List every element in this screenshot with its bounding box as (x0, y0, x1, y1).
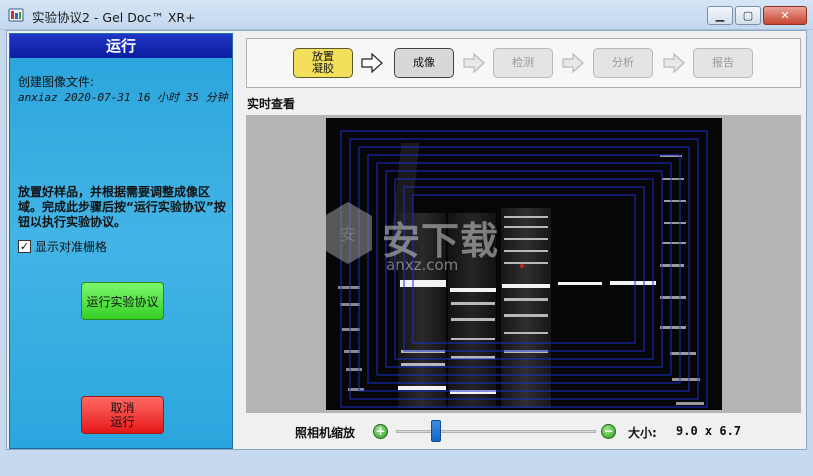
maximize-button[interactable]: ▢ (735, 6, 761, 25)
panel-title: 运行 (10, 34, 232, 58)
size-value: 9.0 x 6.7 (676, 424, 742, 438)
run-protocol-button[interactable]: 运行实验协议 (81, 282, 164, 320)
zoom-slider-track[interactable] (396, 430, 596, 433)
zoom-out-icon[interactable]: − (601, 424, 616, 439)
cancel-label-line2: 运行 (110, 415, 135, 429)
step-label: 报告 (712, 56, 734, 69)
cancel-run-button[interactable]: 取消 运行 (81, 396, 164, 434)
window-controls: ▁ ▢ ✕ (705, 6, 807, 26)
main-frame: 运行 创建图像文件: anxiaz 2020-07-31 16 小时 35 分钟… (6, 30, 807, 450)
zoom-in-icon[interactable]: + (373, 424, 388, 439)
gel-image[interactable]: 安 安下载 anxz.com (326, 118, 722, 410)
close-button[interactable]: ✕ (763, 6, 807, 25)
show-grid-checkbox[interactable]: ✓ 显示对准栅格 (18, 238, 107, 255)
watermark-logo-text: 安 (340, 225, 356, 244)
step-label: 凝胶 (312, 62, 334, 75)
bottom-frame (0, 452, 813, 476)
camera-zoom-label: 照相机缩放 (295, 426, 356, 440)
zoom-slider-thumb[interactable] (431, 420, 441, 442)
title-bar: 实验协议2 - Gel Doc™ XR+ ▁ ▢ ✕ (0, 0, 813, 30)
minimize-button[interactable]: ▁ (707, 6, 733, 25)
step-place-gel[interactable]: 放置 凝胶 (293, 48, 353, 78)
arrow-right-icon (463, 53, 485, 73)
step-detect[interactable]: 检测 (493, 48, 553, 78)
file-name-value: anxiaz 2020-07-31 16 小时 35 分钟 (18, 91, 228, 104)
step-label: 成像 (413, 56, 435, 69)
step-analyze[interactable]: 分析 (593, 48, 653, 78)
run-panel: 运行 创建图像文件: anxiaz 2020-07-31 16 小时 35 分钟… (9, 33, 233, 449)
file-label: 创建图像文件: (18, 75, 95, 89)
step-imaging[interactable]: 成像 (394, 48, 454, 78)
step-report[interactable]: 报告 (693, 48, 753, 78)
arrow-right-icon (663, 53, 685, 73)
step-label: 检测 (512, 56, 534, 69)
instructions-text: 放置好样品，并根据需要调整成像区域。完成此步骤后按“运行实验协议”按钮以执行实验… (18, 185, 226, 229)
cancel-label-line1: 取消 (110, 401, 135, 415)
show-grid-label: 显示对准栅格 (35, 240, 108, 254)
window-title: 实验协议2 - Gel Doc™ XR+ (32, 10, 196, 25)
workflow-bar: 放置 凝胶 成像 检测 分析 报告 (246, 38, 801, 88)
live-view-panel[interactable]: 安 安下载 anxz.com (246, 115, 801, 413)
arrow-right-icon (361, 53, 383, 73)
size-label: 大小: (628, 426, 657, 440)
checkbox-box[interactable]: ✓ (18, 240, 31, 253)
step-label: 分析 (612, 56, 634, 69)
arrow-right-icon (562, 53, 584, 73)
watermark-url: anxz.com (386, 256, 459, 274)
live-view-label: 实时查看 (247, 97, 296, 111)
app-icon (8, 8, 24, 22)
